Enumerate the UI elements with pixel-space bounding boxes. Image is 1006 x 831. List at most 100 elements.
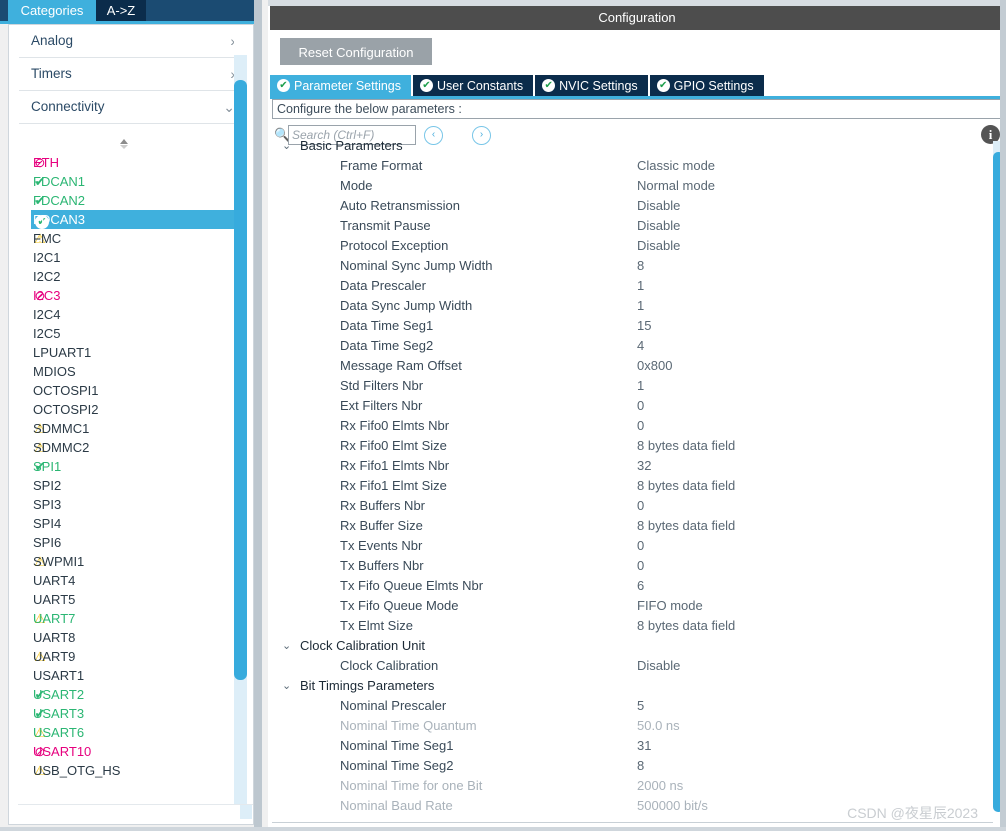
param-group-bit-timings-parameters[interactable]: ⌄ Bit Timings Parameters [272, 676, 977, 696]
param-row[interactable]: Auto Retransmission Disable [272, 196, 977, 216]
reset-configuration-button[interactable]: Reset Configuration [280, 38, 432, 65]
peripheral-item-fdcan2[interactable]: ✔ FDCAN2 [9, 191, 238, 210]
tab-gpio-settings[interactable]: ✔ GPIO Settings [649, 75, 764, 97]
param-row[interactable]: Data Time Seg1 15 [272, 316, 977, 336]
param-row[interactable]: Nominal Time Seg1 31 [272, 736, 977, 756]
param-value[interactable]: 2000 ns [637, 776, 683, 796]
param-value[interactable]: 8 bytes data field [637, 516, 735, 536]
param-value[interactable]: 8 bytes data field [637, 616, 735, 636]
sidebar-tab-a-to-z[interactable]: A->Z [96, 0, 146, 21]
peripheral-item-sdmmc1[interactable]: ⚠ SDMMC1 [9, 419, 238, 438]
param-value[interactable]: 500000 bit/s [637, 796, 708, 816]
param-row[interactable]: Data Time Seg2 4 [272, 336, 977, 356]
param-value[interactable]: 8 [637, 256, 644, 276]
param-value[interactable]: 8 [637, 756, 644, 776]
param-group-clock-calibration-unit[interactable]: ⌄ Clock Calibration Unit [272, 636, 977, 656]
peripheral-item-uart7[interactable]: ⚠ UART7 [9, 609, 238, 628]
param-row[interactable]: Rx Buffers Nbr 0 [272, 496, 977, 516]
param-row[interactable]: Rx Fifo1 Elmt Size 8 bytes data field [272, 476, 977, 496]
peripheral-item-uart8[interactable]: UART8 [9, 628, 238, 647]
param-value[interactable]: Disable [637, 196, 680, 216]
param-value[interactable]: 31 [637, 736, 651, 756]
param-value[interactable]: 0 [637, 536, 644, 556]
peripheral-item-sdmmc2[interactable]: ⚠ SDMMC2 [9, 438, 238, 457]
param-row[interactable]: Mode Normal mode [272, 176, 977, 196]
category-analog[interactable]: Analog › [19, 25, 243, 58]
peripheral-item-i2c5[interactable]: I2C5 [9, 324, 238, 343]
peripheral-item-i2c1[interactable]: I2C1 [9, 248, 238, 267]
param-row[interactable]: Nominal Time Quantum 50.0 ns [272, 716, 977, 736]
param-row[interactable]: Rx Fifo0 Elmt Size 8 bytes data field [272, 436, 977, 456]
param-value[interactable]: 0 [637, 496, 644, 516]
param-value[interactable]: 1 [637, 376, 644, 396]
peripheral-item-usart10[interactable]: ⊘ USART10 [9, 742, 238, 761]
peripheral-item-i2c4[interactable]: I2C4 [9, 305, 238, 324]
tab-user-constants[interactable]: ✔ User Constants [413, 75, 534, 97]
param-value[interactable]: Normal mode [637, 176, 715, 196]
peripheral-item-usb_otg_hs[interactable]: ⚠ USB_OTG_HS [9, 761, 238, 780]
sidebar-hscrollbar[interactable] [18, 804, 253, 819]
peripheral-item-spi3[interactable]: SPI3 [9, 495, 238, 514]
param-value[interactable]: FIFO mode [637, 596, 703, 616]
param-row[interactable]: Frame Format Classic mode [272, 156, 977, 176]
sidebar-tab-categories[interactable]: Categories [8, 0, 96, 21]
param-value[interactable]: 32 [637, 456, 651, 476]
param-row[interactable]: Tx Fifo Queue Mode FIFO mode [272, 596, 977, 616]
sidebar-splitter[interactable] [254, 0, 262, 831]
param-group-basic-parameters[interactable]: ⌄ Basic Parameters [272, 141, 977, 156]
param-row[interactable]: Clock Calibration Disable [272, 656, 977, 676]
param-value[interactable]: 0x800 [637, 356, 672, 376]
param-value[interactable]: Disable [637, 216, 680, 236]
peripheral-item-spi6[interactable]: SPI6 [9, 533, 238, 552]
peripheral-item-uart4[interactable]: UART4 [9, 571, 238, 590]
param-row[interactable]: Tx Events Nbr 0 [272, 536, 977, 556]
param-value[interactable]: 0 [637, 416, 644, 436]
param-row[interactable]: Data Sync Jump Width 1 [272, 296, 977, 316]
param-row[interactable]: Std Filters Nbr 1 [272, 376, 977, 396]
param-value[interactable]: Disable [637, 236, 680, 256]
peripheral-item-i2c2[interactable]: I2C2 [9, 267, 238, 286]
param-row[interactable]: Tx Fifo Queue Elmts Nbr 6 [272, 576, 977, 596]
peripheral-item-octospi1[interactable]: OCTOSPI1 [9, 381, 238, 400]
param-row[interactable]: Transmit Pause Disable [272, 216, 977, 236]
param-value[interactable]: Classic mode [637, 156, 715, 176]
peripheral-item-spi1[interactable]: ✔ SPI1 [9, 457, 238, 476]
param-value[interactable]: Disable [637, 656, 680, 676]
param-value[interactable]: 15 [637, 316, 651, 336]
param-value[interactable]: 8 bytes data field [637, 476, 735, 496]
peripheral-item-fmc[interactable]: ⚠ FMC [9, 229, 238, 248]
peripheral-item-fdcan3[interactable]: ✔ FDCAN3 [31, 210, 238, 229]
param-value[interactable]: 8 bytes data field [637, 436, 735, 456]
peripheral-item-fdcan1[interactable]: ✔ FDCAN1 [9, 172, 238, 191]
peripheral-item-mdios[interactable]: MDIOS [9, 362, 238, 381]
category-connectivity[interactable]: Connectivity ⌄ [19, 91, 243, 124]
peripheral-item-uart5[interactable]: UART5 [9, 590, 238, 609]
peripheral-item-i2c3[interactable]: ⊘ I2C3 [9, 286, 238, 305]
splitter-handle-icon[interactable] [9, 138, 239, 153]
param-row[interactable]: Ext Filters Nbr 0 [272, 396, 977, 416]
peripheral-item-usart2[interactable]: ✔ USART2 [9, 685, 238, 704]
param-value[interactable]: 0 [637, 396, 644, 416]
parameter-tree[interactable]: ⌄ Basic Parameters Frame Format Classic mod… [272, 141, 1002, 823]
param-value[interactable]: 1 [637, 296, 644, 316]
param-row[interactable]: Data Prescaler 1 [272, 276, 977, 296]
peripheral-list[interactable]: ⊘ ETH ✔ FDCAN1 ✔ FDCAN2 ✔ FDCAN3 ⚠ FMC I2C1 I2C2 ⊘ I2… [9, 153, 238, 793]
tab-nvic-settings[interactable]: ✔ NVIC Settings [535, 75, 648, 97]
peripheral-item-usart3[interactable]: ✔ USART3 [9, 704, 238, 723]
param-value[interactable]: 4 [637, 336, 644, 356]
tab-parameter-settings[interactable]: ✔ Parameter Settings [270, 75, 411, 97]
param-row[interactable]: Nominal Prescaler 5 [272, 696, 977, 716]
peripheral-item-usart1[interactable]: USART1 [9, 666, 238, 685]
param-row[interactable]: Tx Elmt Size 8 bytes data field [272, 616, 977, 636]
param-row[interactable]: Nominal Sync Jump Width 8 [272, 256, 977, 276]
peripheral-item-spi2[interactable]: SPI2 [9, 476, 238, 495]
sidebar-scrollbar-thumb[interactable] [234, 80, 247, 680]
param-value[interactable]: 50.0 ns [637, 716, 680, 736]
param-row[interactable]: Nominal Time Seg2 8 [272, 756, 977, 776]
param-row[interactable]: Message Ram Offset 0x800 [272, 356, 977, 376]
peripheral-item-swpmi1[interactable]: ⚠ SWPMI1 [9, 552, 238, 571]
param-row[interactable]: Tx Buffers Nbr 0 [272, 556, 977, 576]
peripheral-item-uart9[interactable]: ⚠ UART9 [9, 647, 238, 666]
param-row[interactable]: Nominal Time for one Bit 2000 ns [272, 776, 977, 796]
sidebar-hscrollbar-thumb[interactable] [240, 805, 252, 819]
